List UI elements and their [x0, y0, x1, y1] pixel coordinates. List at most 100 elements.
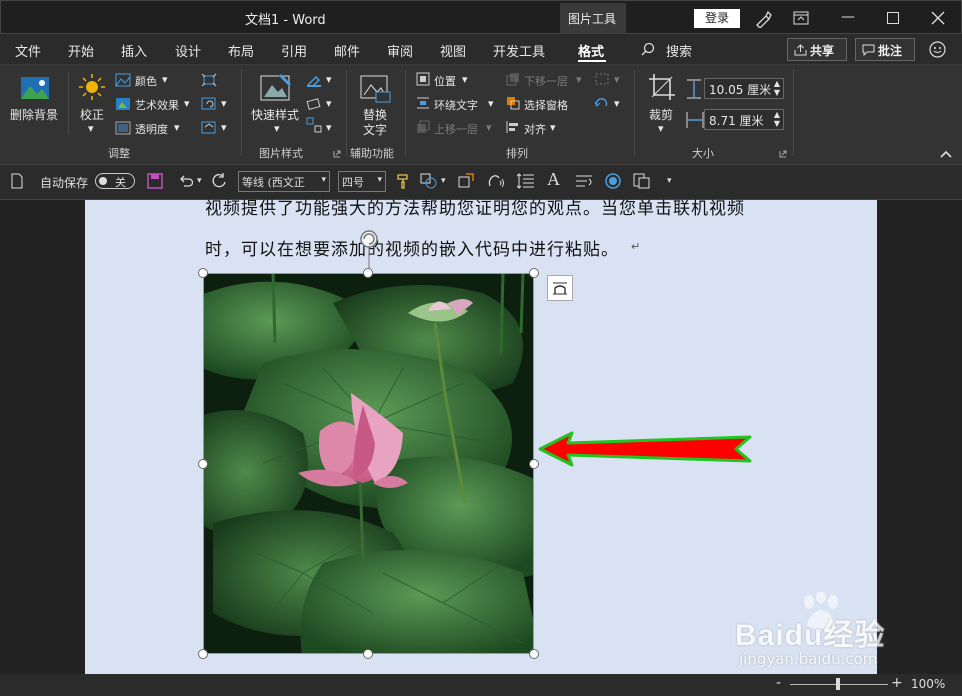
tab-format[interactable]: 格式: [578, 41, 604, 60]
resize-handle-top-left[interactable]: [198, 268, 208, 278]
font-name-select[interactable]: 等线 (西文正⁢ ▾: [238, 171, 330, 192]
share-label: 共享: [810, 44, 835, 58]
bring-forward-button[interactable]: 上移一层: [434, 121, 478, 137]
spinner-icon[interactable]: ▲ ▼: [774, 110, 780, 128]
pen-icon[interactable]: [754, 10, 772, 28]
dialog-launcher-icon[interactable]: [779, 150, 787, 158]
watermark: Baidu经验 jingyan.baidu.com: [735, 592, 960, 672]
redo-icon[interactable]: [211, 173, 227, 189]
read-aloud-icon[interactable]: [487, 173, 505, 189]
new-document-icon[interactable]: [11, 173, 23, 189]
tab-home[interactable]: 开始: [68, 41, 94, 60]
height-input[interactable]: 10.05 厘米 ▲ ▼: [704, 78, 784, 99]
crop-button[interactable]: 裁剪: [649, 106, 673, 123]
paragraph-mark: ↵: [631, 240, 641, 253]
maximize-icon[interactable]: [887, 12, 899, 24]
share-button[interactable]: 共享: [787, 38, 847, 61]
color-icon: [115, 73, 131, 87]
color-button[interactable]: 颜色: [135, 73, 157, 89]
rotate-icon[interactable]: [594, 96, 610, 110]
search-label[interactable]: 搜索: [666, 41, 692, 60]
text-direction-icon[interactable]: [575, 174, 593, 188]
tab-review[interactable]: 审阅: [387, 41, 413, 60]
picture-icon[interactable]: [458, 173, 474, 189]
minimize-icon[interactable]: —: [841, 9, 855, 25]
spinner-icon[interactable]: ▲ ▼: [774, 79, 780, 97]
line-spacing-icon[interactable]: [517, 173, 535, 189]
position-button[interactable]: 位置: [434, 73, 456, 89]
resize-handle-left[interactable]: [198, 459, 208, 469]
resize-handle-bottom-left[interactable]: [198, 649, 208, 659]
zoom-in-button[interactable]: +: [891, 675, 903, 691]
send-backward-button[interactable]: 下移一层: [524, 73, 568, 89]
wrap-text-button[interactable]: 环绕文字: [434, 97, 478, 113]
tab-file[interactable]: 文件: [15, 41, 41, 60]
save-icon[interactable]: [147, 173, 163, 189]
dialog-launcher-icon[interactable]: [333, 150, 341, 158]
font-size-select[interactable]: 四号 ▾: [338, 171, 386, 192]
remove-background-button[interactable]: 删除背景: [10, 106, 58, 123]
position-icon: [416, 72, 430, 86]
alt-text-icon: [360, 75, 391, 103]
quick-styles-button[interactable]: 快速样式: [251, 106, 299, 123]
correct-button[interactable]: 校正: [80, 106, 104, 123]
chevron-down-icon: ▾: [377, 175, 382, 185]
wrap-text-icon: [417, 97, 429, 109]
chevron-down-icon: ▾: [321, 175, 326, 185]
ribbon-display-icon[interactable]: [793, 11, 809, 25]
font-icon[interactable]: A: [547, 169, 560, 190]
zoom-slider-thumb[interactable]: [836, 678, 840, 690]
resize-handle-bottom[interactable]: [363, 649, 373, 659]
resize-handle-top[interactable]: [363, 268, 373, 278]
autosave-state: 关: [115, 176, 126, 189]
tab-developer[interactable]: 开发工具: [493, 41, 545, 60]
selection-pane-button[interactable]: 选择窗格: [524, 97, 568, 113]
picture-effects-icon[interactable]: [306, 97, 322, 111]
layout-options-button[interactable]: [547, 275, 573, 301]
correct-sun-icon: [79, 74, 105, 100]
align-icon: [506, 121, 518, 133]
artistic-effects-button[interactable]: 艺术效果: [135, 97, 179, 113]
undo-icon[interactable]: [177, 173, 193, 189]
tab-references[interactable]: 引用: [281, 41, 307, 60]
tab-layout[interactable]: 布局: [228, 41, 254, 60]
document-text-line2[interactable]: 时，可以在想要添加的视频的嵌入代码中进行粘贴。: [205, 235, 619, 260]
align-button[interactable]: 对齐: [524, 121, 546, 137]
selection-frame: [203, 273, 534, 654]
transparency-button[interactable]: 透明度: [135, 121, 168, 137]
undo-dropdown-icon[interactable]: ▾: [197, 176, 202, 186]
smiley-icon[interactable]: [929, 41, 946, 58]
tab-design[interactable]: 设计: [175, 41, 201, 60]
tab-mailings[interactable]: 邮件: [334, 41, 360, 60]
zoom-out-button[interactable]: -: [776, 675, 781, 691]
context-tab-picture-tools: 图片工具: [560, 3, 626, 34]
customize-toolbar-icon[interactable]: ▾: [667, 176, 672, 186]
change-picture-icon[interactable]: [201, 97, 217, 111]
resize-handle-top-right[interactable]: [529, 268, 539, 278]
login-button[interactable]: 登录: [694, 9, 740, 28]
reset-picture-icon[interactable]: [201, 121, 217, 135]
zoom-level[interactable]: 100%: [911, 677, 945, 691]
resize-handle-bottom-right[interactable]: [529, 649, 539, 659]
collapse-ribbon-icon[interactable]: [940, 150, 952, 158]
picture-border-icon[interactable]: [306, 73, 322, 87]
shapes-icon[interactable]: [420, 173, 438, 189]
group-objects-icon[interactable]: [594, 72, 610, 86]
height-icon: [687, 79, 701, 99]
layout-options-icon: [553, 282, 567, 295]
format-painter-icon[interactable]: [396, 173, 412, 189]
alt-text-button-line2[interactable]: 文字: [363, 121, 387, 138]
active-tab-underline: [578, 60, 606, 62]
close-icon[interactable]: [931, 11, 945, 25]
group-label-picture-styles: 图片样式: [259, 147, 303, 160]
autosave-toggle[interactable]: 关: [95, 173, 135, 189]
width-input[interactable]: 8.71 厘米 ▲ ▼: [704, 109, 784, 130]
picture-layout-icon[interactable]: [306, 117, 322, 133]
record-icon[interactable]: [605, 173, 621, 189]
comments-button[interactable]: 批注: [855, 38, 915, 61]
tab-insert[interactable]: 插入: [121, 41, 147, 60]
copy-icon[interactable]: [633, 173, 651, 189]
search-icon[interactable]: [641, 42, 655, 56]
tab-view[interactable]: 视图: [440, 41, 466, 60]
compress-pictures-icon[interactable]: [201, 73, 217, 87]
